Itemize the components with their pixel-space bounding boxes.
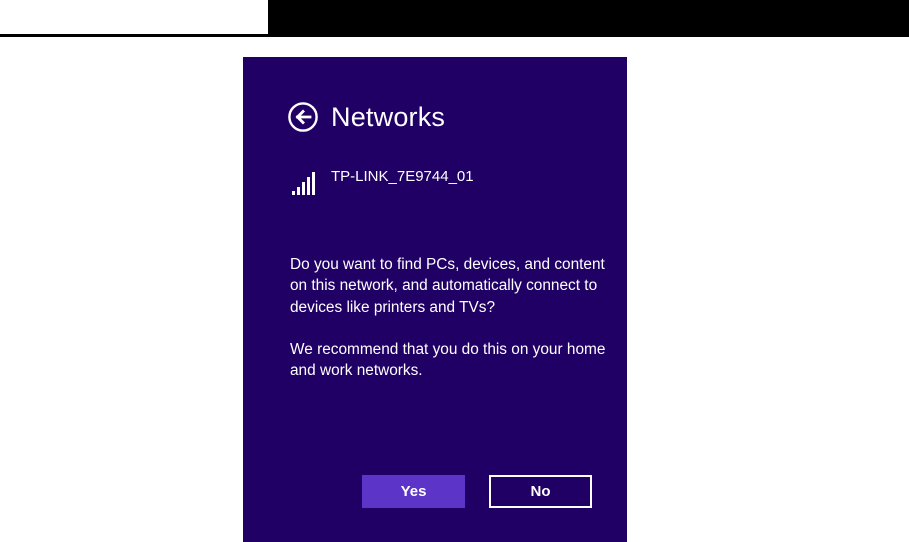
sharing-recommendation: We recommend that you do this on your ho… <box>290 340 606 380</box>
top-black-bar <box>268 0 909 37</box>
network-ssid: TP-LINK_7E9744_01 <box>331 168 474 185</box>
back-arrow-icon[interactable] <box>287 101 319 133</box>
flyout-title: Networks <box>331 101 446 132</box>
no-button[interactable]: No <box>489 475 592 508</box>
flyout-header: Networks <box>287 99 445 135</box>
network-item: TP-LINK_7E9744_01 <box>291 167 474 195</box>
networks-flyout: Networks TP-LINK_7E9744_01 Do you want t… <box>243 57 627 542</box>
wifi-signal-icon <box>292 172 315 195</box>
sharing-prompt: Do you want to find PCs, devices, and co… <box>290 254 610 381</box>
top-divider-line <box>0 34 268 37</box>
sharing-question: Do you want to find PCs, devices, and co… <box>290 256 605 316</box>
yes-button[interactable]: Yes <box>362 475 465 508</box>
